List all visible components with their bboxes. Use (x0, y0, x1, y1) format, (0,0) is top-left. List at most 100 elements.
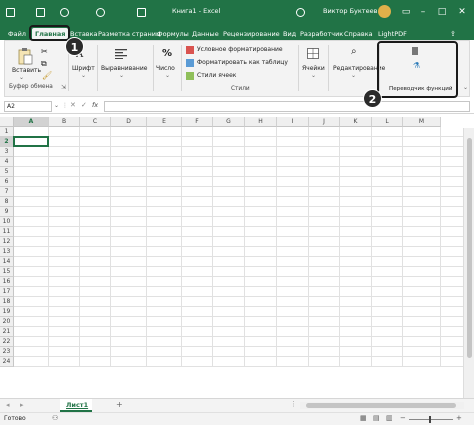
row-header-11[interactable]: 11 (0, 227, 14, 237)
ribbon-display-icon[interactable]: ▭ (399, 4, 413, 20)
row-header-3[interactable]: 3 (0, 147, 14, 157)
format-as-table-icon[interactable] (186, 59, 194, 67)
row-header-6[interactable]: 6 (0, 177, 14, 187)
tab-review[interactable]: Рецензирование (223, 28, 280, 40)
row-header-19[interactable]: 19 (0, 307, 14, 317)
sheet-tab-label[interactable]: Лист1 (66, 401, 88, 409)
row-header-22[interactable]: 22 (0, 337, 14, 347)
chevron-down-icon[interactable]: ⌄ (81, 72, 86, 79)
column-header-g[interactable]: G (213, 117, 245, 127)
row-header-18[interactable]: 18 (0, 297, 14, 307)
chevron-down-icon[interactable]: ⌄ (351, 72, 356, 79)
column-header-d[interactable]: D (111, 117, 147, 127)
column-header-m[interactable]: M (403, 117, 441, 127)
row-header-24[interactable]: 24 (0, 357, 14, 367)
save-icon[interactable] (36, 8, 45, 17)
redo-icon[interactable] (96, 8, 105, 17)
column-header-j[interactable]: J (309, 117, 340, 127)
column-header-b[interactable]: B (49, 117, 80, 127)
cells-label[interactable]: Ячейки (302, 65, 325, 72)
row-header-2[interactable]: 2 (0, 137, 14, 147)
row-header-23[interactable]: 23 (0, 347, 14, 357)
column-header-a[interactable]: A (14, 117, 49, 127)
formula-input[interactable] (104, 101, 470, 112)
column-header-k[interactable]: K (340, 117, 372, 127)
tab-file[interactable]: Файл (8, 28, 26, 40)
row-header-5[interactable]: 5 (0, 167, 14, 177)
row-header-8[interactable]: 8 (0, 197, 14, 207)
column-header-e[interactable]: E (147, 117, 182, 127)
page-break-view-icon[interactable]: ▥ (386, 414, 393, 422)
horizontal-scroll-thumb[interactable] (306, 403, 456, 408)
horizontal-scrollbar[interactable] (300, 402, 464, 409)
tab-help[interactable]: Справка (344, 28, 373, 40)
percent-icon[interactable]: % (162, 48, 172, 59)
tab-page-layout[interactable]: Разметка страниц (98, 28, 160, 40)
search-icon[interactable]: ⌕ (351, 46, 357, 57)
tab-data[interactable]: Данные (192, 28, 219, 40)
row-header-9[interactable]: 9 (0, 207, 14, 217)
camera-icon[interactable] (137, 8, 146, 17)
accessibility-icon[interactable]: ⚇ (52, 414, 58, 422)
spreadsheet-grid[interactable]: ABCDEFGHIJKLM 1 2 3 4 5 6 7 8 9 10 11 12 13 14 15 16 17 1… (0, 117, 474, 367)
row-header-12[interactable]: 12 (0, 237, 14, 247)
search-icon[interactable] (296, 8, 305, 17)
vertical-scroll-thumb[interactable] (467, 138, 472, 358)
enter-icon[interactable]: ✓ (81, 101, 87, 109)
tab-lightpdf[interactable]: LightPDF (378, 28, 407, 40)
share-icon[interactable]: ⇪ (450, 28, 456, 40)
tab-developer[interactable]: Разработчик (300, 28, 343, 40)
chevron-down-icon[interactable]: ⌄ (119, 72, 124, 79)
row-header-4[interactable]: 4 (0, 157, 14, 167)
cancel-icon[interactable]: ✕ (70, 101, 76, 109)
row-header-15[interactable]: 15 (0, 267, 14, 277)
format-painter-icon[interactable]: 🖌 (42, 71, 52, 80)
user-name[interactable]: Виктор Буктеев (323, 7, 377, 15)
minimize-button[interactable]: – (416, 4, 430, 20)
tab-view[interactable]: Вид (283, 28, 296, 40)
row-header-7[interactable]: 7 (0, 187, 14, 197)
chevron-down-icon[interactable]: ⌄ (311, 72, 316, 79)
collapse-ribbon-icon[interactable]: ⌄ (463, 84, 468, 91)
cut-icon[interactable]: ✂ (41, 47, 48, 56)
paste-label[interactable]: Вставить (12, 67, 41, 74)
row-header-10[interactable]: 10 (0, 217, 14, 227)
autosave-icon[interactable] (6, 8, 15, 17)
row-header-14[interactable]: 14 (0, 257, 14, 267)
close-button[interactable]: ✕ (455, 4, 469, 20)
scroll-left-icon[interactable]: ◂ (6, 401, 10, 409)
number-label[interactable]: Число (156, 65, 175, 72)
row-header-20[interactable]: 20 (0, 317, 14, 327)
page-layout-view-icon[interactable]: ▤ (373, 414, 380, 422)
column-header-l[interactable]: L (372, 117, 403, 127)
zoom-slider-thumb[interactable] (429, 416, 431, 423)
zoom-in-icon[interactable]: + (456, 414, 462, 422)
row-header-17[interactable]: 17 (0, 287, 14, 297)
add-sheet-button[interactable]: + (116, 400, 123, 409)
alignment-label[interactable]: Выравнивание (101, 65, 147, 72)
insert-function-icon[interactable]: fx (92, 101, 98, 109)
zoom-slider[interactable] (409, 416, 453, 423)
alignment-icon[interactable] (115, 49, 127, 59)
scroll-right-icon[interactable]: ▸ (20, 401, 24, 409)
font-label[interactable]: Шрифт (72, 65, 95, 72)
zoom-out-icon[interactable]: − (400, 414, 406, 422)
chevron-down-icon[interactable]: ⌄ (54, 102, 59, 109)
format-as-table-label[interactable]: Форматировать как таблицу (197, 59, 288, 66)
undo-icon[interactable] (60, 8, 69, 17)
row-header-1[interactable]: 1 (0, 127, 14, 137)
copy-icon[interactable]: ⧉ (41, 59, 47, 69)
row-header-21[interactable]: 21 (0, 327, 14, 337)
cell-styles-label[interactable]: Стили ячеек (197, 72, 236, 79)
sheet-tab-active[interactable]: Лист1 (60, 399, 92, 412)
normal-view-icon[interactable]: ▦ (360, 414, 367, 422)
cells-icon[interactable] (307, 48, 319, 59)
conditional-formatting-label[interactable]: Условное форматирование (197, 46, 283, 53)
avatar[interactable] (378, 5, 391, 18)
select-all-button[interactable] (0, 117, 14, 127)
row-header-16[interactable]: 16 (0, 277, 14, 287)
paste-icon[interactable] (17, 47, 33, 65)
conditional-formatting-icon[interactable] (186, 46, 194, 54)
cell-styles-icon[interactable] (186, 72, 194, 80)
chevron-down-icon[interactable]: ⌄ (19, 74, 24, 81)
